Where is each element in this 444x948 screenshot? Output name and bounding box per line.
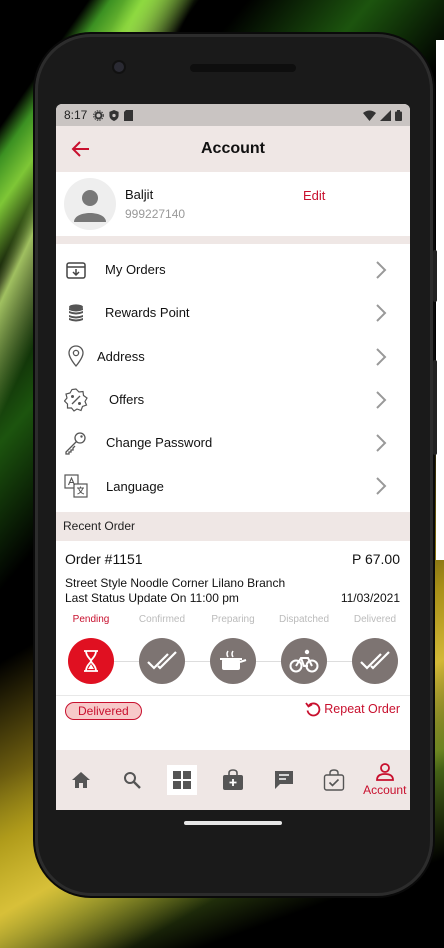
order-price: P 67.00 bbox=[351, 550, 400, 567]
edit-profile-button[interactable]: Edit bbox=[303, 188, 325, 203]
wifi-icon bbox=[363, 110, 376, 121]
key-icon bbox=[64, 431, 88, 455]
nav-search[interactable] bbox=[107, 750, 158, 810]
percent-badge-icon bbox=[64, 387, 88, 412]
menu-label: Change Password bbox=[106, 435, 213, 451]
chevron-right-icon bbox=[376, 261, 387, 279]
back-arrow-icon[interactable] bbox=[70, 138, 92, 160]
earpiece-speaker bbox=[190, 64, 296, 72]
bag-check-icon bbox=[323, 769, 345, 791]
sim-card-icon bbox=[124, 109, 134, 121]
shield-icon bbox=[109, 109, 119, 121]
double-check-icon bbox=[147, 651, 177, 670]
status-bar: 8:17 bbox=[56, 104, 410, 126]
page-title: Account bbox=[201, 140, 265, 157]
shopping-bag-add-icon bbox=[223, 769, 244, 790]
volume-button bbox=[433, 250, 437, 302]
account-menu: My Orders Rewards Point Address Offers C… bbox=[56, 244, 410, 512]
step-label-delivered: Delivered bbox=[353, 613, 397, 625]
bicycle-rider-icon bbox=[289, 649, 319, 673]
status-time: 8:17 bbox=[64, 108, 88, 122]
chevron-right-icon bbox=[376, 391, 387, 409]
nav-account-label: Account bbox=[363, 783, 407, 797]
cell-signal-icon bbox=[380, 109, 391, 121]
refresh-icon bbox=[305, 702, 321, 717]
location-pin-icon bbox=[64, 344, 88, 368]
step-delivered bbox=[352, 637, 398, 684]
nav-messages[interactable] bbox=[258, 750, 309, 810]
settings-gear-icon bbox=[93, 109, 105, 121]
search-icon bbox=[123, 772, 141, 789]
menu-label: Address bbox=[97, 348, 145, 364]
menu-label: Rewards Point bbox=[105, 305, 190, 321]
step-preparing bbox=[210, 637, 256, 684]
power-button bbox=[433, 360, 437, 455]
chat-icon bbox=[274, 771, 293, 789]
profile-card: Baljit 999227140 Edit bbox=[56, 172, 410, 236]
step-dispatched bbox=[281, 637, 327, 684]
recent-order-header: Recent Order bbox=[56, 511, 410, 541]
menu-label: Offers bbox=[109, 392, 145, 408]
last-status-update: Last Status Update On 11:00 pm bbox=[65, 590, 239, 605]
cooking-pot-icon bbox=[220, 650, 247, 670]
chevron-right-icon bbox=[376, 434, 387, 452]
user-account-icon bbox=[375, 763, 394, 781]
background-panel-edge bbox=[436, 40, 444, 560]
order-date: 11/03/2021 bbox=[340, 590, 400, 605]
step-pending bbox=[68, 637, 114, 684]
translate-icon bbox=[64, 474, 88, 498]
user-avatar-icon bbox=[74, 190, 106, 222]
nav-home[interactable] bbox=[56, 750, 107, 810]
order-number: Order #1151 bbox=[65, 550, 143, 567]
chevron-right-icon bbox=[376, 304, 387, 323]
nav-orders[interactable] bbox=[309, 750, 360, 810]
grid-icon bbox=[173, 771, 192, 789]
nav-account[interactable]: Account bbox=[359, 750, 410, 810]
menu-item-address[interactable]: Address bbox=[56, 335, 410, 378]
bottom-navigation: Account bbox=[56, 750, 410, 810]
chevron-right-icon bbox=[376, 347, 387, 366]
battery-icon bbox=[395, 109, 402, 121]
repeat-order-button[interactable]: Repeat Order bbox=[305, 701, 400, 717]
orders-box-icon bbox=[64, 258, 88, 282]
order-footer: Delivered Repeat Order bbox=[56, 694, 410, 720]
restaurant-name: Street Style Noodle Corner Lilano Branch bbox=[65, 575, 286, 590]
nav-categories[interactable] bbox=[157, 750, 208, 810]
menu-item-my-orders[interactable]: My Orders bbox=[56, 248, 410, 291]
menu-item-rewards-point[interactable]: Rewards Point bbox=[56, 291, 410, 334]
app-screen: 8:17 Account Baljit 999227140 Edit My Or… bbox=[56, 104, 410, 810]
section-divider bbox=[56, 236, 410, 244]
front-camera bbox=[114, 62, 124, 72]
chevron-right-icon bbox=[376, 477, 387, 496]
step-label-confirmed: Confirmed bbox=[138, 613, 186, 625]
categories-button bbox=[167, 765, 198, 795]
nav-cart[interactable] bbox=[208, 750, 259, 810]
home-icon bbox=[72, 772, 91, 788]
menu-label: Language bbox=[106, 478, 164, 494]
step-label-preparing: Preparing bbox=[211, 613, 255, 625]
step-label-pending: Pending bbox=[72, 613, 110, 625]
menu-item-language[interactable]: Language bbox=[56, 464, 410, 507]
gesture-home-bar[interactable] bbox=[184, 821, 282, 825]
profile-name: Baljit bbox=[125, 187, 154, 202]
double-check-icon bbox=[360, 651, 390, 670]
step-confirmed bbox=[139, 637, 185, 684]
coins-stack-icon bbox=[64, 301, 88, 325]
repeat-order-label: Repeat Order bbox=[324, 701, 400, 716]
menu-label: My Orders bbox=[105, 262, 166, 278]
recent-order-card[interactable]: Order #1151 P 67.00 Street Style Noodle … bbox=[56, 541, 410, 720]
step-label-dispatched: Dispatched bbox=[278, 613, 330, 625]
profile-phone: 999227140 bbox=[125, 207, 186, 221]
status-badge: Delivered bbox=[65, 701, 142, 720]
avatar bbox=[64, 178, 116, 230]
hourglass-icon bbox=[84, 649, 98, 672]
menu-item-change-password[interactable]: Change Password bbox=[56, 421, 410, 464]
menu-item-offers[interactable]: Offers bbox=[56, 378, 410, 421]
app-bar: Account bbox=[56, 126, 410, 172]
